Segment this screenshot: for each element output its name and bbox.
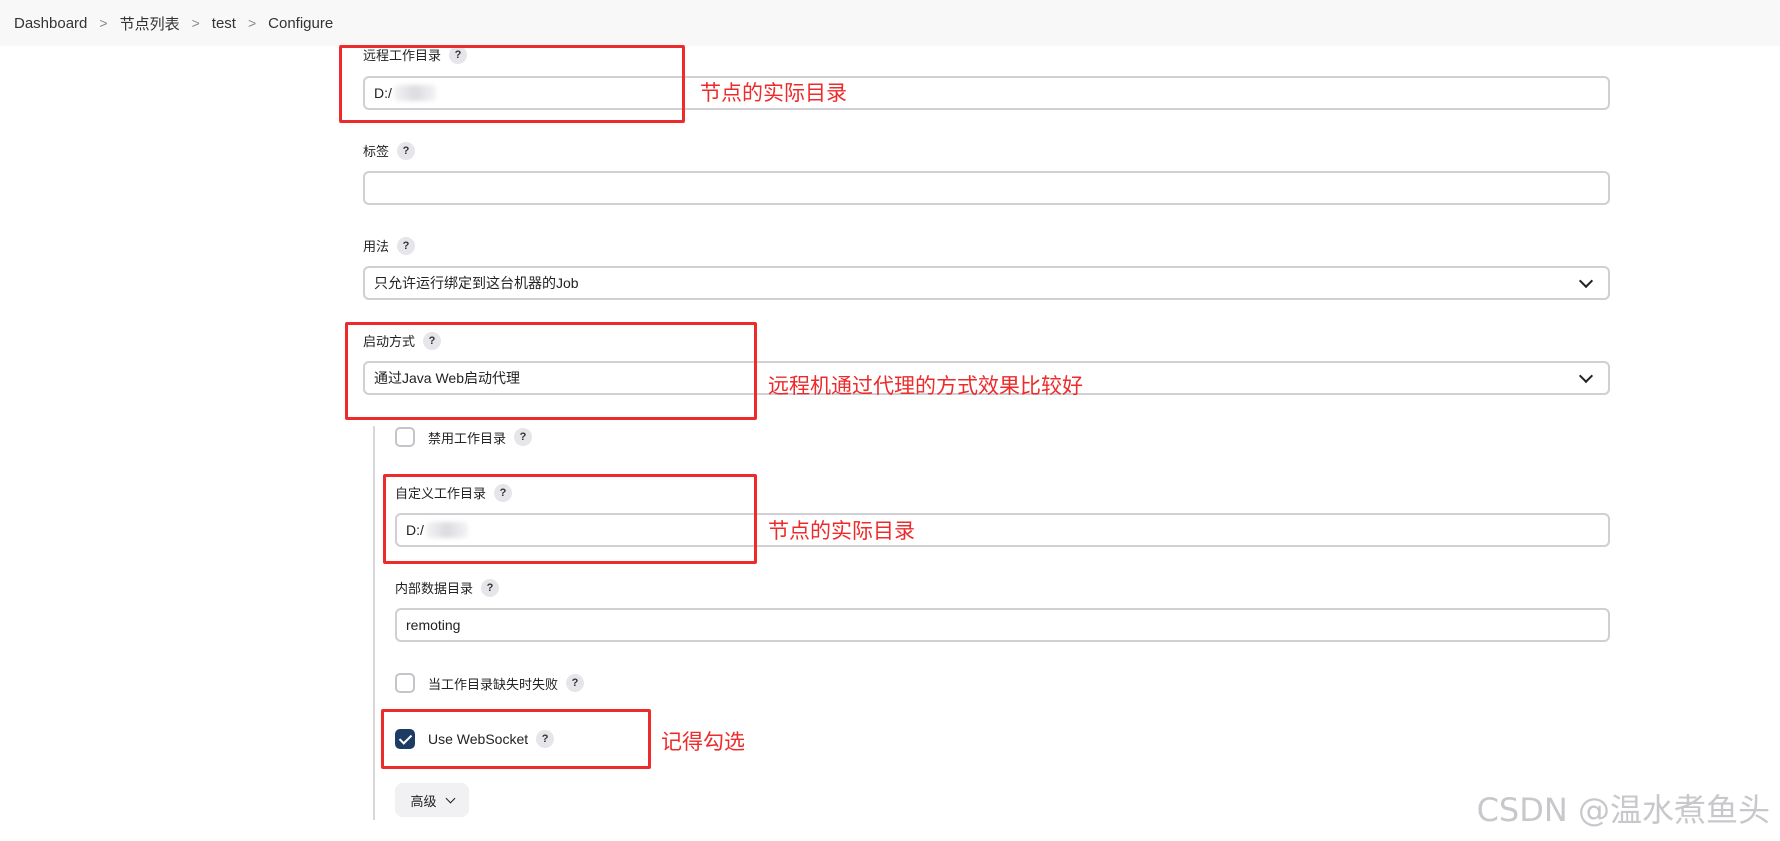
fail-if-missing-label-row: 当工作目录缺失时失败 ? [428, 673, 585, 693]
remote-dir-label: 远程工作目录 [363, 48, 442, 63]
disable-workdir-label-row: 禁用工作目录 ? [428, 427, 533, 447]
labels-input[interactable] [363, 171, 1610, 205]
labels-label: 标签 [363, 144, 390, 159]
check-icon [398, 731, 413, 745]
fail-if-missing-checkbox[interactable] [395, 673, 415, 693]
redacted-path [393, 85, 436, 101]
help-icon[interactable]: ? [397, 141, 416, 160]
launch-label: 启动方式 [363, 334, 416, 349]
internal-dir-label: 内部数据目录 [395, 581, 474, 596]
annotation-remote-dir: 节点的实际目录 [700, 81, 847, 105]
help-icon[interactable]: ? [566, 674, 585, 692]
websocket-checkbox[interactable] [395, 729, 415, 749]
help-icon[interactable]: ? [494, 483, 513, 502]
help-icon[interactable]: ? [449, 45, 468, 64]
launch-label-row: 启动方式 ? [363, 331, 442, 350]
help-icon[interactable]: ? [481, 578, 500, 597]
fail-if-missing-label[interactable]: 当工作目录缺失时失败 [428, 674, 558, 693]
annotation-custom-dir: 节点的实际目录 [768, 519, 915, 543]
annotation-websocket: 记得勾选 [661, 730, 745, 754]
usage-label: 用法 [363, 239, 390, 254]
advanced-button[interactable]: 高级 [395, 783, 469, 817]
help-icon[interactable]: ? [536, 730, 555, 748]
websocket-label-row: Use WebSocket ? [428, 729, 555, 749]
internal-dir-value: remoting [406, 617, 461, 633]
internal-dir-input[interactable]: remoting [395, 608, 1610, 642]
breadcrumb-node-list[interactable]: 节点列表 [120, 13, 180, 34]
help-icon[interactable]: ? [397, 236, 416, 255]
disable-workdir-checkbox[interactable] [395, 427, 415, 447]
remote-dir-label-row: 远程工作目录 ? [363, 45, 468, 64]
breadcrumb-node-test[interactable]: test [212, 15, 236, 32]
annotation-launch: 远程机通过代理的方式效果比较好 [768, 374, 1083, 398]
help-icon[interactable]: ? [423, 331, 442, 350]
websocket-label[interactable]: Use WebSocket [428, 731, 528, 747]
help-icon[interactable]: ? [514, 428, 533, 446]
labels-label-row: 标签 ? [363, 141, 416, 160]
custom-workdir-value: D:/ [406, 522, 424, 538]
custom-workdir-label: 自定义工作目录 [395, 486, 487, 501]
internal-dir-label-row: 内部数据目录 ? [395, 578, 500, 597]
breadcrumb-dashboard[interactable]: Dashboard [14, 15, 87, 32]
usage-label-row: 用法 ? [363, 236, 416, 255]
chevron-down-icon [1578, 273, 1594, 289]
section-indent-line [373, 426, 375, 820]
custom-workdir-label-row: 自定义工作目录 ? [395, 483, 513, 502]
watermark: CSDN @温水煮鱼头 [1476, 791, 1770, 829]
remote-dir-input[interactable]: D:/ [363, 76, 1610, 110]
chevron-down-icon [445, 793, 455, 803]
redacted-path [425, 522, 468, 538]
usage-selected: 只允许运行绑定到这台机器的Job [374, 275, 579, 291]
launch-selected: 通过Java Web启动代理 [374, 370, 520, 386]
usage-select[interactable]: 只允许运行绑定到这台机器的Job [363, 266, 1610, 300]
chevron-down-icon [1578, 368, 1594, 384]
chevron-right-icon: > [247, 15, 257, 31]
chevron-right-icon: > [191, 15, 200, 31]
breadcrumb-configure[interactable]: Configure [268, 15, 333, 32]
advanced-label: 高级 [410, 793, 437, 809]
breadcrumb: Dashboard > 节点列表 > test > Configure [0, 0, 1780, 46]
chevron-right-icon: > [99, 15, 108, 31]
custom-workdir-input[interactable]: D:/ [395, 513, 1610, 547]
disable-workdir-label[interactable]: 禁用工作目录 [428, 428, 506, 447]
remote-dir-value: D:/ [374, 85, 392, 101]
